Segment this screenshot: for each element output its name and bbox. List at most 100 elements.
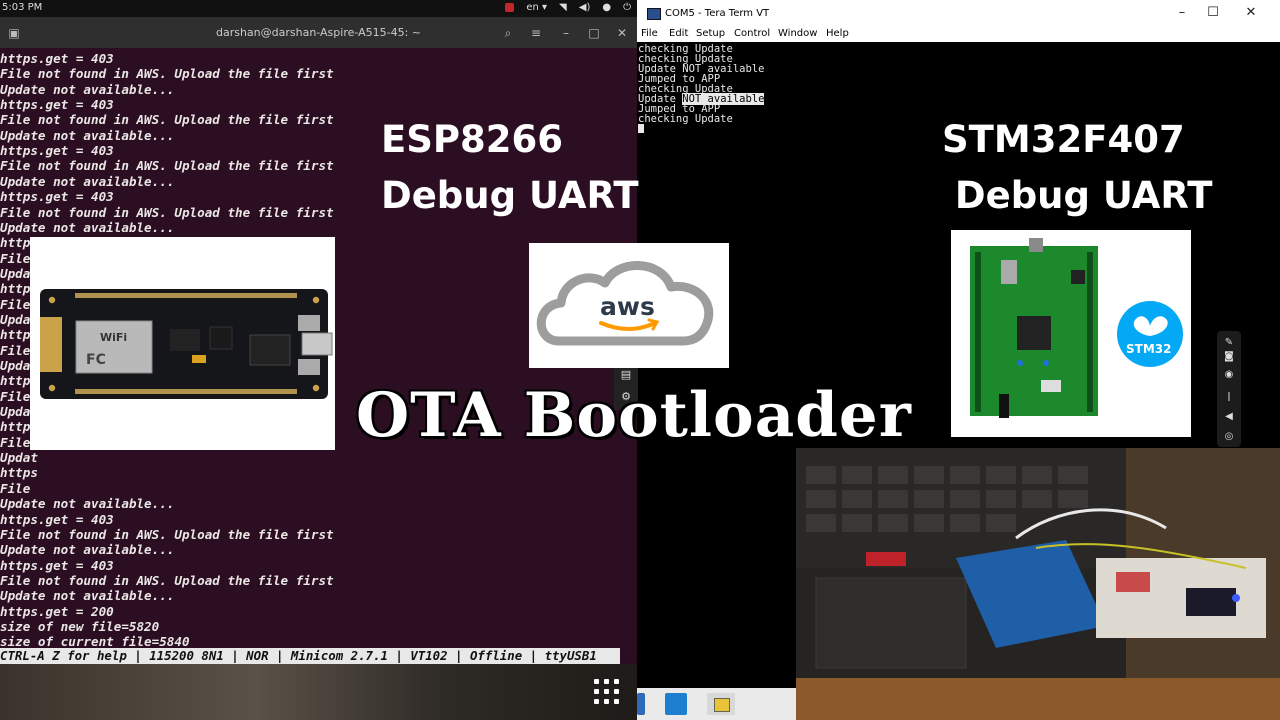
teraterm-taskbar-icon[interactable] <box>707 693 735 715</box>
menu-setup[interactable]: Setup <box>696 28 725 39</box>
ota-bootloader-title: OTA Bootloader <box>356 380 912 451</box>
grid-dot <box>614 699 619 704</box>
grid-dot <box>614 679 619 684</box>
grid-dot <box>594 699 599 704</box>
esp-heading: ESP8266 Debug UART <box>381 112 639 224</box>
terminal-line: File <box>0 250 31 266</box>
terminal-line: https <box>0 465 38 481</box>
terminal-glyph-icon <box>714 698 730 712</box>
grid-dot <box>604 679 609 684</box>
terminal-line: https.get = 200 <box>0 603 114 619</box>
keyboard-layout-label: en <box>526 2 539 13</box>
laptop-and-boards-illustration <box>796 448 1280 720</box>
grid-dot <box>594 679 599 684</box>
terminal-line: Update not available... <box>0 588 175 604</box>
power-icon[interactable]: ⏻ <box>623 2 631 13</box>
terminal-line: https.get = 403 <box>0 511 114 527</box>
terminal-line: https.get = 403 <box>0 143 114 159</box>
volume-icon[interactable]: ◀) <box>579 2 591 13</box>
pen-icon[interactable]: ✎ <box>1223 337 1235 349</box>
esp8266-board-image: WiFi FC <box>30 237 335 450</box>
terminal-line: File not found in AWS. Upload the file f… <box>0 572 334 588</box>
microphone-icon[interactable]: ǀ <box>1223 391 1235 403</box>
esp-heading-line2: Debug UART <box>381 174 639 217</box>
stm32-discovery-board-image: STM32 <box>951 230 1191 437</box>
terminal-cursor <box>638 124 644 133</box>
terminal-line: File not found in AWS. Upload the file f… <box>0 526 334 542</box>
microphone-icon[interactable]: ● <box>602 2 611 13</box>
terminal-line: File not found in AWS. Upload the file f… <box>0 204 334 220</box>
wifi-icon[interactable]: ◥ <box>559 2 567 13</box>
keyboard-layout[interactable]: en ▾ <box>526 2 547 13</box>
stm-heading-line2: Debug UART <box>942 174 1213 217</box>
terminal-line: Updat <box>0 450 38 466</box>
aws-logo-text: aws <box>600 292 655 321</box>
system-tray: en ▾ ◥ ◀) ● ⏻ <box>505 2 631 13</box>
terminal-line: https.get = 403 <box>0 557 114 573</box>
close-icon[interactable]: ✕ <box>1236 4 1266 22</box>
aws-logo-image: aws <box>529 243 729 368</box>
show-applications-icon[interactable] <box>593 678 621 706</box>
minimize-icon[interactable]: – <box>556 23 576 43</box>
grid-dot <box>594 689 599 694</box>
terminal-line: File <box>0 388 31 404</box>
ubuntu-top-bar: 5:03 PM en ▾ ◥ ◀) ● ⏻ <box>0 0 637 17</box>
terminal-titlebar: ▣ darshan@darshan-Aspire-A515-45: ~ ⌕ ≡ … <box>0 17 637 48</box>
clock[interactable]: 5:03 PM <box>2 2 42 13</box>
record-icon[interactable]: ◉ <box>1223 369 1235 381</box>
terminal-line: File <box>0 480 31 496</box>
terminal-line: File <box>0 296 31 312</box>
terminal-line: File not found in AWS. Upload the file f… <box>0 158 334 174</box>
terminal-line: File not found in AWS. Upload the file f… <box>0 66 334 82</box>
svg-text:FC: FC <box>86 352 106 368</box>
menu-help[interactable]: Help <box>826 28 849 39</box>
terminal-line: Update not available... <box>0 173 175 189</box>
terminal-line: https.get = 403 <box>0 51 114 66</box>
wifi-chip-label: WiFi <box>100 331 127 344</box>
terminal-line: Update not available... <box>0 81 175 97</box>
terminal-line: File not found in AWS. Upload the file f… <box>0 112 334 128</box>
stm-heading: STM32F407 Debug UART <box>942 112 1213 224</box>
micro-usb-port <box>301 332 333 356</box>
tt-line: checking Update <box>638 113 733 125</box>
camera-icon[interactable]: ◙ <box>1223 351 1235 363</box>
minicom-status-bar: CTRL-A Z for help | 115200 8N1 | NOR | M… <box>0 648 620 664</box>
desktop-wallpaper <box>0 664 637 720</box>
menu-window[interactable]: Window <box>778 28 817 39</box>
grid-dot <box>604 699 609 704</box>
stm32-board-illustration: STM32 <box>970 238 1183 418</box>
menu-control[interactable]: Control <box>734 28 770 39</box>
teraterm-menubar: File Edit Setup Control Window Help <box>637 26 1280 42</box>
volume-icon[interactable]: ◀ <box>1223 411 1235 423</box>
webcam-icon[interactable]: ◎ <box>1223 431 1235 443</box>
record-indicator-icon[interactable] <box>505 3 515 12</box>
nodemcu-board-illustration: WiFi FC <box>40 289 333 399</box>
taskbar-app-icon[interactable] <box>637 693 645 715</box>
teraterm-app-icon <box>647 8 661 20</box>
maximize-icon[interactable]: □ <box>584 23 604 43</box>
photos-app-icon[interactable] <box>665 693 687 715</box>
terminal-line: Update not available... <box>0 496 175 512</box>
esp-heading-line1: ESP8266 <box>381 118 564 161</box>
maximize-icon[interactable]: ☐ <box>1198 4 1228 22</box>
menu-edit[interactable]: Edit <box>669 28 688 39</box>
teraterm-titlebar: COM5 - Tera Term VT – ☐ ✕ <box>637 0 1280 26</box>
terminal-line: size of new file=5820 <box>0 618 160 634</box>
aws-cloud-logo: aws <box>536 261 714 346</box>
hamburger-menu-icon[interactable]: ≡ <box>526 23 546 43</box>
terminal-line: File <box>0 434 31 450</box>
terminal-line: https.get = 403 <box>0 97 114 113</box>
recorder-side-toolbar: ✎ ◙ ◉ ǀ ◀ ◎ <box>1217 331 1241 447</box>
hardware-setup-photo <box>796 448 1280 720</box>
stm-heading-line1: STM32F407 <box>942 118 1185 161</box>
search-icon[interactable]: ⌕ <box>498 23 518 43</box>
minimize-icon[interactable]: – <box>1167 4 1197 22</box>
terminal-line: Update not available... <box>0 219 175 235</box>
terminal-line: File <box>0 342 31 358</box>
grid-dot <box>614 689 619 694</box>
terminal-line: Update not available... <box>0 127 175 143</box>
menu-file[interactable]: File <box>641 28 658 39</box>
terminal-line: https.get = 403 <box>0 189 114 205</box>
close-icon[interactable]: ✕ <box>612 23 632 43</box>
grid-dot <box>604 689 609 694</box>
